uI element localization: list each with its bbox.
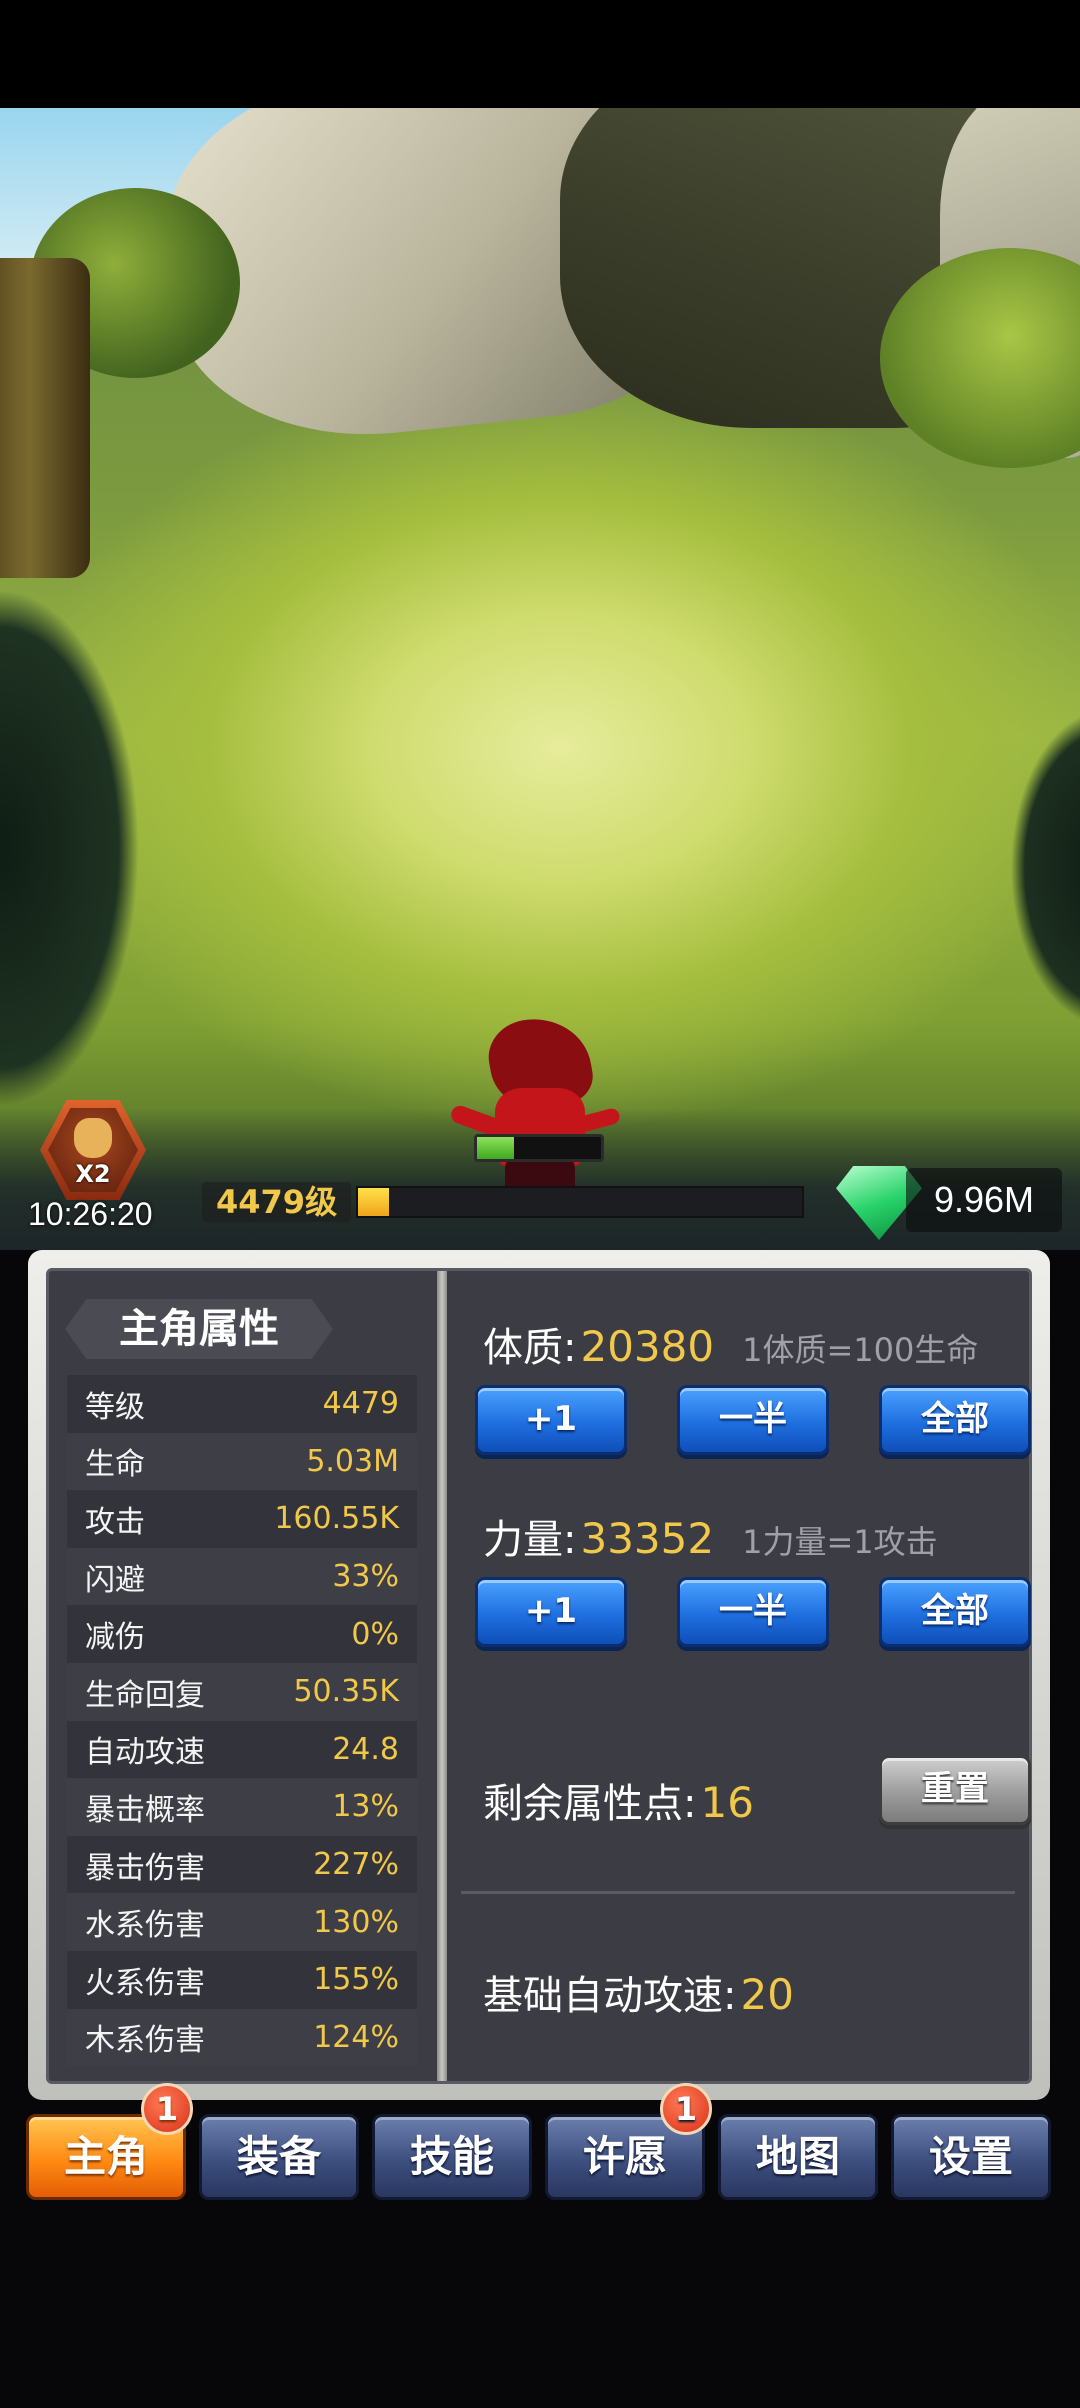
constitution-hint: 1体质=100生命 bbox=[742, 1331, 979, 1369]
stat-label: 暴击伤害 bbox=[85, 1850, 205, 1886]
status-bar bbox=[0, 0, 1080, 108]
stat-row: 自动攻速 24.8 bbox=[67, 1720, 417, 1779]
stat-row: 水系伤害 130% bbox=[67, 1893, 417, 1951]
strength-all-button[interactable]: 全部 bbox=[879, 1577, 1031, 1647]
panel-divider bbox=[437, 1271, 447, 2081]
stat-value: 5.03M bbox=[306, 1443, 399, 1479]
tab-wish[interactable]: 许愿 1 bbox=[545, 2083, 712, 2200]
attribute-allocation: 体质: 20380 1体质=100生命 +1 一半 全部 力量: 33352 1… bbox=[447, 1271, 1031, 2081]
reset-button[interactable]: 重置 bbox=[879, 1755, 1031, 1825]
stat-label: 水系伤害 bbox=[85, 1908, 205, 1944]
constitution-half-button[interactable]: 一半 bbox=[677, 1385, 829, 1455]
constitution-plus-one-button[interactable]: +1 bbox=[475, 1385, 627, 1455]
hero-health-bar bbox=[474, 1134, 604, 1162]
health-fill bbox=[477, 1137, 515, 1159]
remaining-points-label: 剩余属性点: bbox=[483, 1781, 697, 1827]
stat-value: 4479 bbox=[322, 1386, 399, 1422]
stat-value: 13% bbox=[332, 1789, 399, 1825]
base-attack-speed-label: 基础自动攻速: bbox=[483, 1973, 737, 2019]
stat-row: 暴击伤害 227% bbox=[67, 1835, 417, 1894]
foliage bbox=[0, 588, 140, 1108]
stat-value: 33% bbox=[332, 1559, 399, 1595]
stat-row: 暴击概率 13% bbox=[67, 1778, 417, 1836]
tab-settings[interactable]: 设置 bbox=[891, 2114, 1051, 2200]
panel-title: 主角属性 bbox=[65, 1299, 333, 1359]
stat-row: 减伤 0% bbox=[67, 1605, 417, 1663]
loot-bag-icon bbox=[74, 1118, 112, 1158]
base-attack-speed-value: 20 bbox=[740, 1970, 794, 2019]
stat-row: 攻击 160.55K bbox=[67, 1490, 417, 1548]
hero-attributes-panel: 主角属性 等级 4479 生命 5.03M 攻击 160.55K 闪避 33% 减伤 0% 生命回复… bbox=[28, 1250, 1050, 2100]
boost-label: X2 bbox=[75, 1160, 111, 1188]
section-separator bbox=[461, 1891, 1015, 1894]
tab-label: 主角 bbox=[63, 2132, 148, 2181]
strength-line: 力量: 33352 1力量=1攻击 bbox=[483, 1507, 938, 1565]
stat-label: 闪避 bbox=[85, 1562, 145, 1598]
double-boost-button[interactable]: X2 bbox=[40, 1100, 146, 1200]
panel-body: 主角属性 等级 4479 生命 5.03M 攻击 160.55K 闪避 33% 减伤 0% 生命回复… bbox=[46, 1268, 1032, 2084]
player-level: 4479级 bbox=[202, 1182, 352, 1222]
stat-row: 闪避 33% bbox=[67, 1547, 417, 1606]
remaining-points-value: 16 bbox=[700, 1778, 754, 1827]
foliage bbox=[1010, 708, 1080, 1028]
stat-row: 火系伤害 155% bbox=[67, 1950, 417, 2009]
stat-value: 227% bbox=[313, 1847, 399, 1883]
constitution-all-button[interactable]: 全部 bbox=[879, 1385, 1031, 1455]
notification-badge: 1 bbox=[660, 2083, 712, 2135]
stat-label: 攻击 bbox=[85, 1504, 145, 1540]
stat-label: 火系伤害 bbox=[85, 1965, 205, 2001]
stat-value: 155% bbox=[313, 1962, 399, 1998]
base-attack-speed-line: 基础自动攻速: 20 bbox=[483, 1963, 794, 2021]
stat-list: 等级 4479 生命 5.03M 攻击 160.55K 闪避 33% 减伤 0% 生命回复 50.35… bbox=[67, 1375, 417, 2067]
bottom-tab-bar: 主角 1 装备 技能 许愿 1 地图 设置 bbox=[26, 2083, 1054, 2202]
strength-hint: 1力量=1攻击 bbox=[742, 1523, 938, 1561]
stat-row: 木系伤害 124% bbox=[67, 2008, 417, 2067]
panel-title-text: 主角属性 bbox=[119, 1306, 279, 1352]
tab-label: 设置 bbox=[928, 2132, 1013, 2181]
tab-label: 地图 bbox=[755, 2132, 840, 2181]
stat-value: 130% bbox=[313, 1904, 399, 1940]
gem-count: 9.96M bbox=[906, 1168, 1062, 1232]
boost-timer: 10:26:20 bbox=[28, 1196, 153, 1232]
stat-value: 24.8 bbox=[332, 1731, 399, 1767]
stat-row: 等级 4479 bbox=[67, 1375, 417, 1433]
stat-value: 50.35K bbox=[293, 1674, 399, 1710]
stat-value: 160.55K bbox=[274, 1501, 399, 1537]
strength-label: 力量: bbox=[483, 1517, 577, 1563]
stat-label: 自动攻速 bbox=[85, 1735, 205, 1771]
strength-plus-one-button[interactable]: +1 bbox=[475, 1577, 627, 1647]
stat-label: 生命回复 bbox=[85, 1677, 205, 1713]
stat-label: 生命 bbox=[85, 1447, 145, 1483]
game-scene[interactable] bbox=[0, 108, 1080, 1250]
stat-row: 生命回复 50.35K bbox=[67, 1662, 417, 1721]
experience-fill bbox=[358, 1188, 390, 1216]
tab-label: 技能 bbox=[409, 2132, 494, 2181]
stat-row: 生命 5.03M bbox=[67, 1432, 417, 1491]
stat-value: 124% bbox=[313, 2019, 399, 2055]
strength-value: 33352 bbox=[580, 1514, 715, 1563]
stat-label: 等级 bbox=[85, 1389, 145, 1425]
remaining-points-line: 剩余属性点: 16 bbox=[483, 1771, 754, 1829]
tab-label: 许愿 bbox=[582, 2132, 667, 2181]
constitution-line: 体质: 20380 1体质=100生命 bbox=[483, 1315, 978, 1373]
tab-skills[interactable]: 技能 bbox=[372, 2114, 532, 2200]
tab-label: 装备 bbox=[236, 2132, 321, 2181]
stat-label: 暴击概率 bbox=[85, 1792, 205, 1828]
notification-badge: 1 bbox=[141, 2083, 193, 2135]
stat-label: 木系伤害 bbox=[85, 2023, 205, 2059]
tab-hero[interactable]: 主角 1 bbox=[26, 2083, 193, 2200]
tree-trunk bbox=[0, 258, 90, 578]
stat-value: 0% bbox=[351, 1616, 399, 1652]
tab-map[interactable]: 地图 bbox=[718, 2114, 878, 2200]
experience-bar bbox=[356, 1186, 804, 1218]
constitution-label: 体质: bbox=[483, 1325, 577, 1371]
strength-half-button[interactable]: 一半 bbox=[677, 1577, 829, 1647]
stat-label: 减伤 bbox=[85, 1620, 145, 1656]
constitution-value: 20380 bbox=[580, 1322, 715, 1371]
tab-equipment[interactable]: 装备 bbox=[199, 2114, 359, 2200]
